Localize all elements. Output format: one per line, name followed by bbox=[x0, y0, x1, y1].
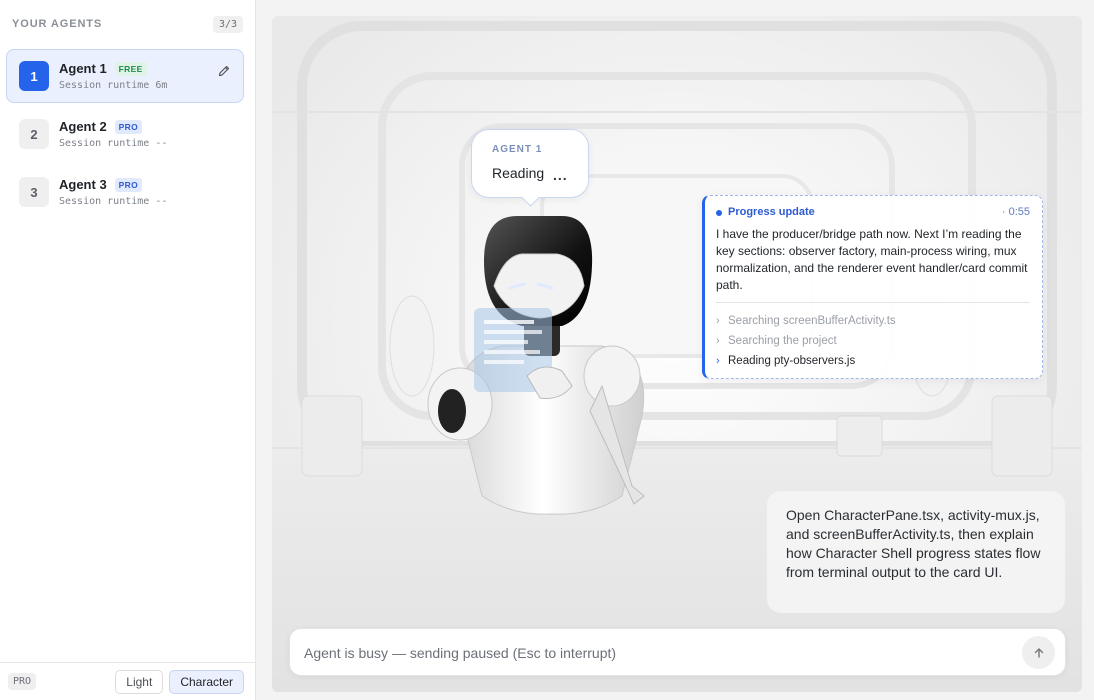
agent-number: 3 bbox=[19, 177, 49, 207]
agent-name: Agent 3 bbox=[59, 177, 107, 192]
bubble-status-text: Reading bbox=[492, 165, 545, 181]
progress-step-current[interactable]: › Reading pty-observers.js bbox=[716, 351, 896, 371]
plan-badge: FREE bbox=[114, 61, 147, 76]
progress-step[interactable]: › Searching the project bbox=[716, 331, 896, 351]
progress-step[interactable]: › Searching screenBufferActivity.ts bbox=[716, 311, 896, 331]
arrow-up-icon bbox=[1034, 647, 1043, 658]
user-prompt-card: Open CharacterPane.tsx, activity-mux.js,… bbox=[767, 491, 1065, 613]
message-input[interactable] bbox=[304, 642, 1004, 664]
agent-name-row: Agent 3 PRO bbox=[59, 177, 142, 192]
chevron-right-icon: › bbox=[716, 315, 720, 327]
agent-name-row: Agent 2 PRO bbox=[59, 119, 142, 134]
session-runtime: Session runtime -- bbox=[59, 196, 168, 207]
agent-item-3[interactable]: 3 Agent 3 PRO Session runtime -- bbox=[6, 165, 244, 219]
chevron-right-icon: › bbox=[716, 335, 720, 347]
sidebar-header: YOUR AGENTS 3/3 bbox=[12, 14, 243, 34]
character-scene: AGENT 1 Reading ... Progress update · 0:… bbox=[272, 16, 1082, 692]
typing-dots: ... bbox=[553, 167, 568, 183]
agent-name-row: Agent 1 FREE bbox=[59, 61, 147, 76]
progress-steps: › Searching screenBufferActivity.ts › Se… bbox=[716, 311, 896, 371]
user-prompt-text: Open CharacterPane.tsx, activity-mux.js,… bbox=[786, 507, 1041, 580]
status-dot-icon bbox=[716, 210, 722, 216]
progress-update-card: Progress update · 0:55 I have the produc… bbox=[702, 195, 1043, 379]
character-mode-button[interactable]: Character bbox=[169, 669, 244, 694]
plan-chip: PRO bbox=[8, 673, 37, 690]
agent-list: 1 Agent 1 FREE Session runtime 6m 2 Agen… bbox=[6, 49, 244, 223]
session-runtime: Session runtime -- bbox=[59, 138, 168, 149]
plan-badge: PRO bbox=[114, 177, 142, 192]
progress-message: I have the producer/bridge path now. Nex… bbox=[716, 227, 1028, 292]
agent-number: 1 bbox=[19, 61, 49, 91]
progress-title: Progress update bbox=[728, 206, 815, 218]
step-text: Searching the project bbox=[728, 335, 837, 347]
message-composer bbox=[289, 628, 1066, 676]
step-text: Searching screenBufferActivity.ts bbox=[728, 315, 896, 327]
pencil-icon[interactable] bbox=[217, 64, 231, 78]
mode-switch: Light Character bbox=[115, 669, 244, 694]
sidebar-title: YOUR AGENTS bbox=[12, 18, 103, 30]
light-mode-button[interactable]: Light bbox=[115, 669, 164, 694]
agent-count-badge: 3/3 bbox=[212, 15, 243, 33]
agent-name: Agent 1 bbox=[59, 61, 107, 76]
session-runtime: Session runtime 6m bbox=[59, 80, 168, 91]
agent-number: 2 bbox=[19, 119, 49, 149]
send-button[interactable] bbox=[1022, 636, 1055, 669]
divider bbox=[716, 302, 1030, 303]
agent-item-1[interactable]: 1 Agent 1 FREE Session runtime 6m bbox=[6, 49, 244, 103]
agent-item-2[interactable]: 2 Agent 2 PRO Session runtime -- bbox=[6, 107, 244, 161]
character-pane: AGENT 1 Reading ... Progress update · 0:… bbox=[256, 0, 1094, 700]
step-text: Reading pty-observers.js bbox=[728, 355, 856, 367]
chevron-right-icon: › bbox=[716, 355, 720, 367]
plan-badge: PRO bbox=[114, 119, 142, 134]
progress-elapsed-time: · 0:55 bbox=[1001, 206, 1030, 218]
agent-sidebar: YOUR AGENTS 3/3 1 Agent 1 FREE Session r… bbox=[0, 0, 256, 700]
sidebar-footer: PRO Light Character bbox=[0, 662, 255, 700]
agent-name: Agent 2 bbox=[59, 119, 107, 134]
agent-status-bubble: AGENT 1 Reading ... bbox=[471, 129, 589, 198]
bubble-agent-label: AGENT 1 bbox=[492, 144, 543, 155]
